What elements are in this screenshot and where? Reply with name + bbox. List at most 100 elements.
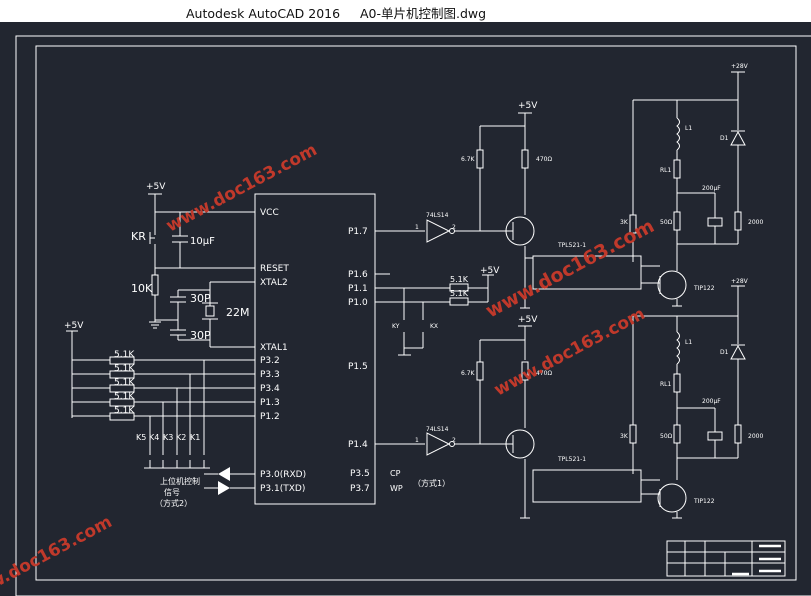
r3k-lower-label: 3K: [620, 433, 629, 440]
d1-upper-label: D1: [720, 135, 729, 142]
vcc-label-pullup: +5V: [64, 321, 84, 331]
kx-label: KX: [430, 323, 438, 330]
pin-p17: P1.7: [348, 227, 368, 237]
pin-p34: P3.4: [260, 384, 280, 394]
buffer-lower: [426, 432, 451, 456]
rl1-upper-label: RL1: [660, 167, 672, 174]
diode-upper: [730, 130, 746, 146]
buffer-upper-pin1: 1: [415, 224, 419, 231]
pin-reset: RESET: [260, 264, 289, 274]
r67k-upper-label: 6.7K: [461, 156, 476, 163]
r-p10-label: 5.1K: [450, 289, 469, 298]
r470-upper-label: 470Ω: [536, 156, 552, 163]
watermark-1: www.doc163.com: [163, 140, 321, 236]
l1-lower-label: L1: [685, 339, 692, 346]
drawing-canvas[interactable]: VCC RESET XTAL2 XTAL1 P3.2 P3.3 P3.4 P1.…: [0, 22, 811, 596]
pin-xtal2: XTAL2: [260, 278, 288, 288]
rl1-lower-label: RL1: [660, 381, 672, 388]
key-k3: K3: [163, 433, 173, 442]
opto-upper-label: TPL521-1: [557, 242, 586, 249]
r2000-upper-label: 2000: [748, 219, 763, 226]
crystal: [205, 305, 215, 317]
pin-p10: P1.0: [348, 298, 368, 308]
crystal-label: 22M: [226, 306, 250, 319]
tip122-upper-label: TIP122: [693, 285, 715, 292]
key-k1: K1: [190, 433, 200, 442]
xtal-cap1-label: 30P: [190, 292, 211, 305]
tip122-upper: [657, 270, 687, 300]
pin-vcc: VCC: [260, 208, 279, 218]
key-k5: K5: [136, 433, 146, 442]
r-reset-label: 10K: [131, 282, 153, 295]
watermark-4: www.doc163.com: [0, 512, 116, 596]
r2000-lower-label: 2000: [748, 433, 763, 440]
inductor-lower: [676, 331, 680, 365]
buffer-upper: [426, 219, 451, 243]
pin-p35: P3.5: [350, 469, 370, 479]
title-bar: Autodesk AutoCAD 2016 A0-单片机控制图.dwg: [0, 0, 811, 22]
vcc-label-lower: +5V: [518, 315, 538, 325]
vcc-label: +5V: [146, 182, 166, 192]
kr-label: KR: [131, 230, 146, 243]
tip122-lower-label: TIP122: [693, 498, 715, 505]
cap200-upper-label: 200μF: [702, 185, 721, 192]
signal-cp: CP: [390, 469, 401, 478]
buffer-lower-pin1: 1: [415, 437, 419, 444]
vcc-label-kxy: +5V: [480, 266, 500, 276]
buffer-lower-pin2: 2: [452, 437, 456, 444]
rxd-arrow-icon: [218, 467, 230, 481]
pin-p11: P1.1: [348, 284, 368, 294]
txd-arrow-icon: [218, 481, 230, 495]
pullup-label-5: 5.1K: [114, 406, 135, 416]
pin-p14: P1.4: [348, 440, 368, 450]
pullup-label-3: 5.1K: [114, 378, 135, 388]
r50-upper-label: 50Ω: [660, 219, 673, 226]
window-title: Autodesk AutoCAD 2016 A0-单片机控制图.dwg: [186, 6, 487, 21]
host-label-2: 信号: [164, 487, 180, 497]
xtal-cap2-label: 30P: [190, 329, 211, 342]
vcc-label-upper: +5V: [518, 101, 538, 111]
key-k2: K2: [176, 433, 186, 442]
r67k-lower-label: 6.7K: [461, 370, 476, 377]
pin-p37: P3.7: [350, 484, 370, 494]
r50-lower-label: 50Ω: [660, 433, 673, 440]
ky-label: KY: [392, 323, 400, 330]
pin-p31: P3.1(TXD): [260, 484, 305, 494]
diode-lower: [730, 344, 746, 360]
r-reset: [151, 274, 159, 296]
pin-p13: P1.3: [260, 398, 280, 408]
r-p11-label: 5.1K: [450, 275, 469, 284]
key-switches: [149, 440, 205, 455]
mode1-label: （方式1）: [413, 478, 450, 488]
host-label-1: 上位机控制: [160, 476, 200, 486]
buffer-upper-pin2: 2: [452, 224, 456, 231]
pin-xtal1: XTAL1: [260, 343, 288, 353]
key-k4: K4: [149, 433, 159, 442]
pullup-label-2: 5.1K: [114, 364, 135, 374]
watermark-2: www.doc163.com: [491, 304, 649, 400]
cap200-lower-label: 200μF: [702, 398, 721, 405]
title-block: [666, 540, 786, 577]
optocoupler-lower: [532, 469, 642, 503]
signal-wp: WP: [390, 484, 403, 493]
d1-lower-label: D1: [720, 349, 729, 356]
buffer-lower-label: 74LS14: [426, 426, 449, 433]
pin-p16: P1.6: [348, 270, 368, 280]
v28-label-lower: +28V: [731, 278, 749, 285]
cap-reset-label: 10μF: [190, 236, 215, 247]
pullup-label-4: 5.1K: [114, 392, 135, 402]
host-label-3: （方式2）: [155, 498, 192, 508]
buffer-upper-label: 74LS14: [426, 212, 449, 219]
pin-p15: P1.5: [348, 362, 368, 372]
tip122-lower: [657, 483, 687, 513]
pin-p33: P3.3: [260, 370, 280, 380]
l1-upper-label: L1: [685, 125, 692, 132]
pin-p12: P1.2: [260, 412, 280, 422]
inductor-upper: [676, 117, 680, 151]
inner-frame: [35, 45, 797, 581]
schematic-svg: VCC RESET XTAL2 XTAL1 P3.2 P3.3 P3.4 P1.…: [0, 35, 811, 596]
pin-p30: P3.0(RXD): [260, 470, 306, 480]
opto-lower-label: TPL521-1: [557, 456, 586, 463]
v28-label-upper: +28V: [731, 63, 749, 70]
pin-p32: P3.2: [260, 356, 280, 366]
